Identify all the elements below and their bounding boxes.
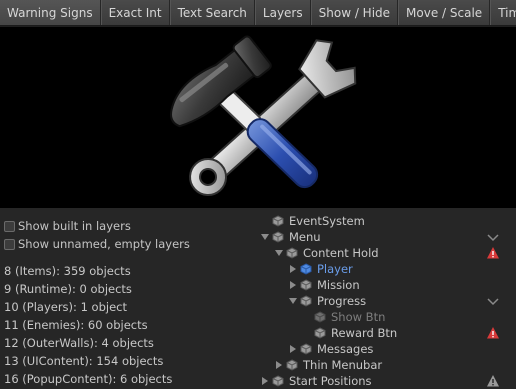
- prefab-cube-icon: [300, 263, 312, 275]
- gameobject-cube-icon: [300, 279, 312, 291]
- expand-arrow-icon[interactable]: [288, 344, 298, 354]
- hierarchy-item-messages[interactable]: Messages: [288, 341, 373, 357]
- gameobject-cube-icon: [300, 343, 312, 355]
- layer-row: 12 (OuterWalls): 4 objects: [4, 336, 154, 350]
- hierarchy-item-label: EventSystem: [289, 214, 365, 228]
- hierarchy-item-label: Content Hold: [303, 246, 379, 260]
- expand-arrow-icon[interactable]: [274, 360, 284, 370]
- tab-time[interactable]: Time: [490, 0, 516, 25]
- hierarchy-item-content-hold[interactable]: Content Hold: [274, 245, 379, 261]
- hierarchy-item-label: Show Btn: [331, 310, 386, 324]
- layer-row: 13 (UIContent): 154 objects: [4, 354, 164, 368]
- gameobject-cube-icon: [314, 327, 326, 339]
- hierarchy-item-mission[interactable]: Mission: [288, 277, 360, 293]
- hierarchy-item-label: Mission: [317, 278, 360, 292]
- hierarchy-item-label: Thin Menubar: [303, 358, 383, 372]
- warning-icon: [487, 247, 499, 259]
- layer-row: 16 (PopupContent): 6 objects: [4, 372, 173, 386]
- hierarchy-item-start-positions[interactable]: Start Positions: [260, 373, 372, 389]
- tab-exact-int[interactable]: Exact Int: [100, 0, 170, 25]
- expand-arrow-icon[interactable]: [274, 248, 284, 258]
- gameobject-cube-icon: [286, 359, 298, 371]
- hierarchy-item-progress[interactable]: Progress: [288, 293, 366, 309]
- hammer-and-wrench-icon: [170, 35, 357, 196]
- hierarchy-item-label: Menu: [289, 230, 321, 244]
- warning-icon: [487, 375, 499, 387]
- show-unnamed-layers-toggle[interactable]: Show unnamed, empty layers: [4, 236, 190, 252]
- hierarchy-item-show-btn[interactable]: Show Btn: [314, 309, 385, 325]
- hierarchy-item-label: Messages: [317, 342, 374, 356]
- tab-show-hide[interactable]: Show / Hide: [310, 0, 399, 25]
- check-label: Show unnamed, empty layers: [18, 237, 190, 251]
- expand-arrow-icon[interactable]: [288, 264, 298, 274]
- gameobject-cube-icon: [272, 375, 284, 387]
- gameobject-cube-icon: [272, 231, 284, 243]
- expand-arrow-icon[interactable]: [288, 280, 298, 290]
- gameobject-cube-icon: [314, 311, 326, 323]
- chevron-down-icon[interactable]: [486, 231, 500, 245]
- expand-arrow-icon[interactable]: [288, 296, 298, 306]
- tab-move-scale[interactable]: Move / Scale: [398, 0, 491, 25]
- hierarchy-item-label: Progress: [317, 294, 367, 308]
- checkbox[interactable]: [4, 220, 15, 232]
- tab-warning-signs[interactable]: Warning Signs: [0, 0, 101, 25]
- layers-panel: Show built in layers Show unnamed, empty…: [0, 208, 250, 389]
- preview-image: [0, 27, 516, 208]
- expand-arrow-icon[interactable]: [260, 376, 270, 386]
- layer-row: 9 (Runtime): 0 objects: [4, 282, 132, 296]
- hierarchy-item-label: Player: [317, 262, 353, 276]
- show-built-in-layers-toggle[interactable]: Show built in layers: [4, 218, 131, 234]
- layer-row: 10 (Players): 1 object: [4, 300, 127, 314]
- checkbox[interactable]: [4, 238, 15, 250]
- hierarchy-item-eventsystem[interactable]: EventSystem: [272, 213, 365, 229]
- gameobject-cube-icon: [272, 215, 284, 227]
- check-label: Show built in layers: [18, 219, 131, 233]
- layer-row: 11 (Enemies): 60 objects: [4, 318, 148, 332]
- gameobject-cube-icon: [300, 295, 312, 307]
- gameobject-cube-icon: [286, 247, 298, 259]
- tab-text-search[interactable]: Text Search: [169, 0, 255, 25]
- hierarchy-item-thin-menubar[interactable]: Thin Menubar: [274, 357, 382, 373]
- warning-icon: [487, 327, 499, 339]
- chevron-down-icon[interactable]: [486, 295, 500, 309]
- expand-arrow-icon[interactable]: [260, 232, 270, 242]
- hierarchy-item-reward-btn[interactable]: Reward Btn: [314, 325, 397, 341]
- toolbar: Warning Signs Exact Int Text Search Laye…: [0, 0, 516, 26]
- hierarchy-item-label: Reward Btn: [331, 326, 398, 340]
- hierarchy-item-menu[interactable]: Menu: [260, 229, 321, 245]
- hierarchy-item-player[interactable]: Player: [288, 261, 353, 277]
- hierarchy-panel: EventSystem Menu Content Hold Player Mis…: [250, 208, 516, 389]
- tab-layers[interactable]: Layers: [254, 0, 311, 25]
- layer-row: 8 (Items): 359 objects: [4, 264, 131, 278]
- hierarchy-item-label: Start Positions: [289, 374, 372, 388]
